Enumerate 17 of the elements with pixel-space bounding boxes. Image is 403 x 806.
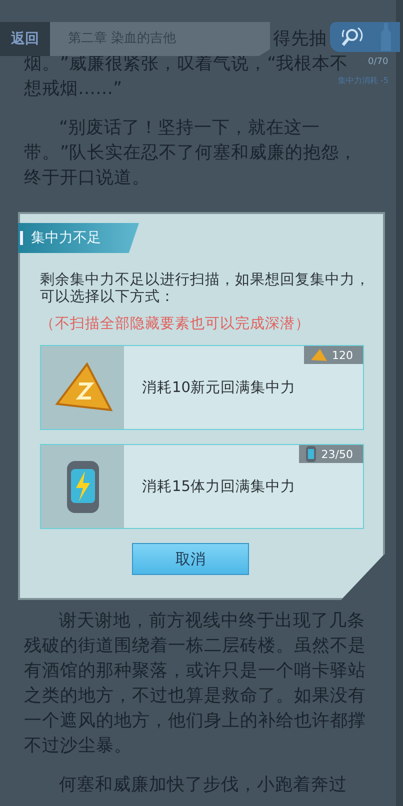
triangle-coin-icon — [310, 348, 328, 362]
back-button[interactable]: 返回 — [0, 22, 50, 56]
option-card[interactable]: 消耗10新元回满集中力 120 — [40, 345, 364, 430]
option-label: 消耗15体力回满集中力 — [142, 478, 296, 496]
focus-cost-label: 集中力消耗 -5 — [338, 75, 389, 86]
dialog-message: 剩余集中力不足以进行扫描，如果想回复集中力，可以选择以下方式： — [40, 272, 370, 306]
option-card[interactable]: 消耗15体力回满集中力 23/50 — [40, 444, 364, 529]
balance-count: 23/50 — [321, 448, 353, 460]
option-label: 消耗10新元回满集中力 — [142, 378, 296, 397]
balance-count: 120 — [332, 348, 353, 362]
battery-icon — [305, 445, 318, 463]
dialog-note: （不扫描全部隐藏要素也可以完成深潜） — [40, 314, 311, 333]
focus-count: 0/70 — [368, 57, 388, 67]
scan-button[interactable] — [330, 22, 400, 52]
bottle-icon — [380, 22, 392, 52]
cancel-button[interactable]: 取消 — [132, 543, 249, 575]
scrollbar[interactable] — [396, 0, 403, 806]
